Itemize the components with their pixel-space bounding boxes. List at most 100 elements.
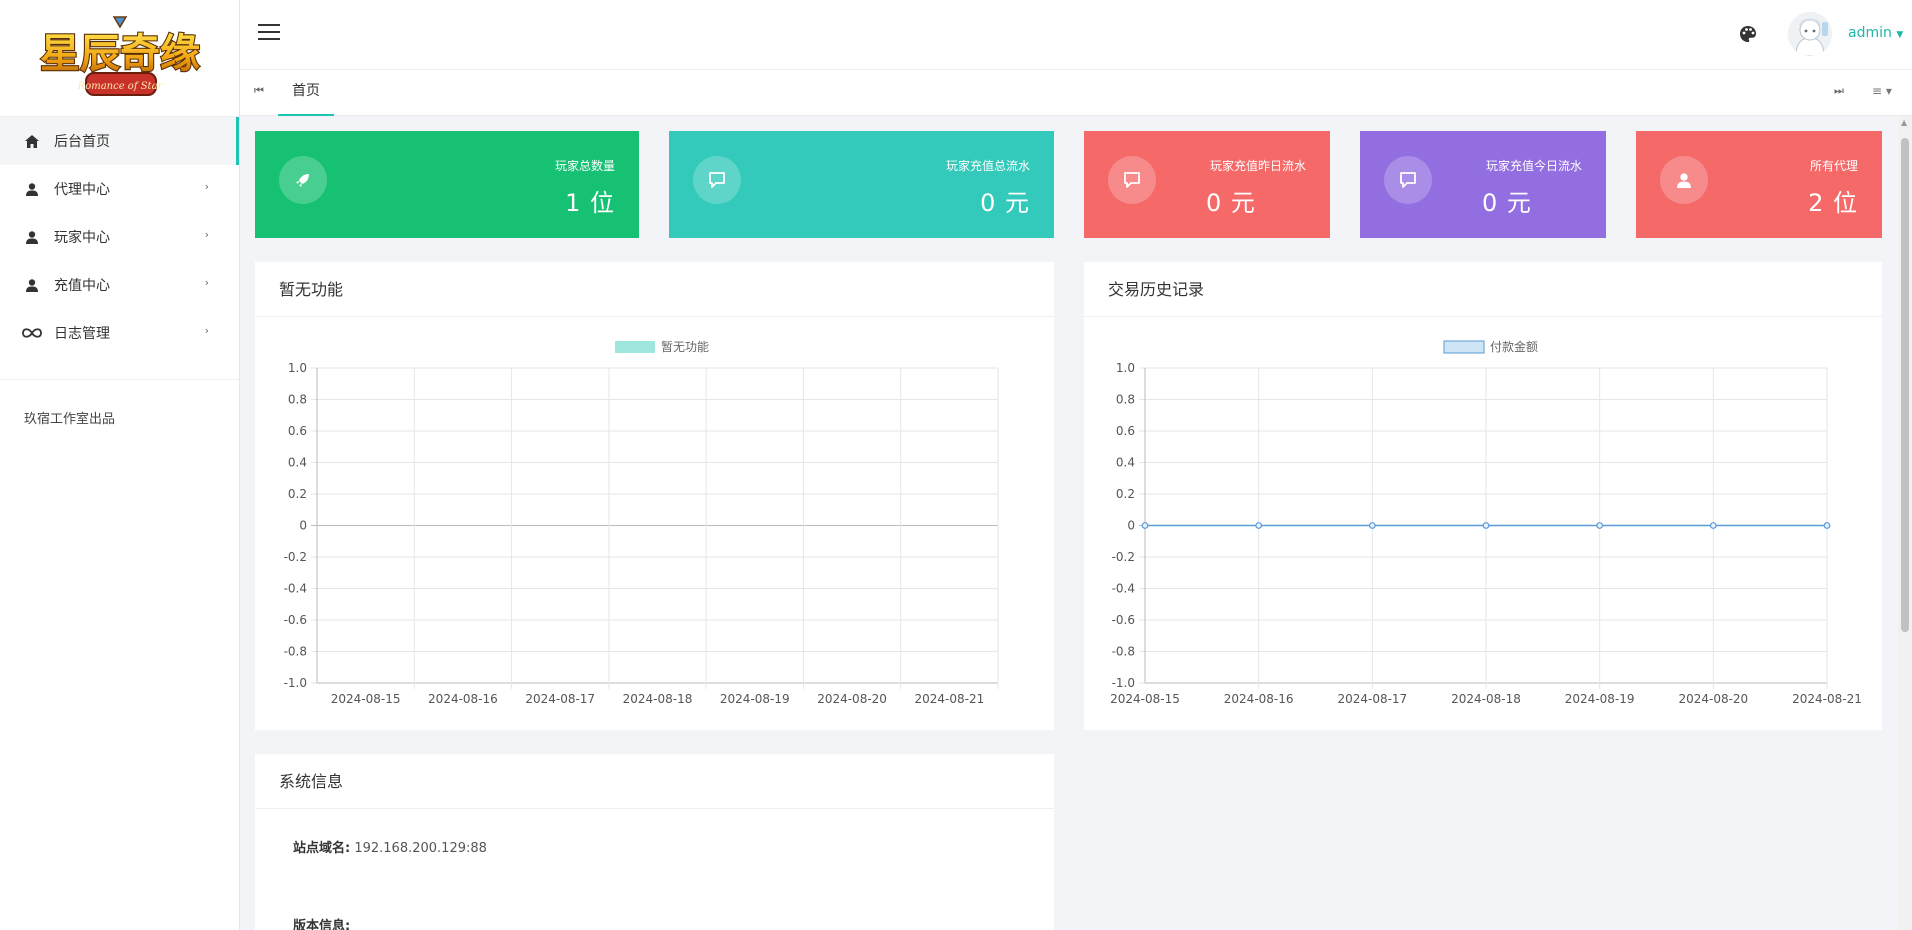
- sidebar-nav: 后台首页 代理中心 › 玩家中心 › 充值中心 › 日志管理 ›: [0, 116, 239, 357]
- comment-icon: [1384, 156, 1432, 204]
- home-icon: [22, 133, 42, 149]
- stat-card-total-recharge: 玩家充值总流水 0 元: [669, 131, 1054, 238]
- palette-icon[interactable]: [1738, 24, 1758, 44]
- stat-value: 2 位: [1808, 189, 1858, 217]
- chevron-right-icon: ›: [204, 180, 209, 193]
- tab-options-icon[interactable]: ≡ ▾: [1872, 84, 1892, 98]
- x-tick-label: 2024-08-18: [1451, 692, 1521, 706]
- y-tick-label: -0.8: [1112, 645, 1135, 659]
- y-tick-label: -0.4: [284, 582, 307, 596]
- infinity-icon: [22, 325, 42, 341]
- logo-subtext: Romance of Star: [76, 81, 163, 92]
- sidebar-item-agent[interactable]: 代理中心 ›: [0, 165, 239, 213]
- scrollbar-thumb[interactable]: [1901, 138, 1909, 632]
- stat-title: 玩家充值今日流水: [1485, 159, 1582, 173]
- x-tick-label: 2024-08-15: [1110, 692, 1180, 706]
- chart-legend: 暂无功能: [615, 340, 709, 354]
- sidebar-item-label: 后台首页: [54, 134, 110, 150]
- site-domain-value: 192.168.200.129:88: [354, 841, 487, 856]
- line-chart: 付款金额 1.0 0.8 0.6 0.4 0.2 0 -0.2 -0.4 -0.6 -0.8 -1.0…: [1110, 339, 1862, 706]
- scroll-up-icon[interactable]: ▲: [1901, 118, 1907, 127]
- y-tick-label: 0.8: [288, 393, 307, 407]
- user-icon: [22, 229, 42, 245]
- chart-legend: 付款金额: [1443, 339, 1538, 354]
- stat-title: 玩家充值总流水: [945, 159, 1030, 173]
- x-tick-label: 2024-08-17: [1337, 692, 1407, 706]
- stat-card-agents: 所有代理 2 位: [1636, 131, 1882, 238]
- y-tick-label: 1.0: [288, 361, 307, 375]
- stat-value: 0 元: [1482, 189, 1532, 217]
- top-bar: admin ▼: [240, 0, 1912, 70]
- y-tick-label: 0.8: [1116, 393, 1135, 407]
- avatar[interactable]: [1788, 12, 1832, 56]
- hamburger-menu-icon[interactable]: [258, 24, 280, 42]
- y-tick-label: -1.0: [284, 676, 307, 690]
- comment-icon: [1108, 156, 1156, 204]
- sidebar-item-logs[interactable]: 日志管理 ›: [0, 309, 239, 357]
- sidebar-item-label: 充值中心: [54, 278, 110, 294]
- legend-swatch: [615, 341, 655, 353]
- legend-label: 暂无功能: [661, 340, 709, 354]
- rocket-icon: [279, 156, 327, 204]
- credit-text: 玖宿工作室出品: [24, 412, 116, 427]
- user-name-label: admin: [1848, 25, 1892, 41]
- chevron-right-icon: ›: [204, 228, 209, 241]
- data-point: [1255, 522, 1263, 529]
- y-tick-label: 0.6: [288, 424, 307, 438]
- stat-card-today-recharge: 玩家充值今日流水 0 元: [1360, 131, 1606, 238]
- y-tick-label: -0.2: [284, 550, 307, 564]
- x-tick-label: 2024-08-21: [1792, 692, 1862, 706]
- sidebar: Romance of Star 星辰奇缘 后台首页 代理中心 › 玩家中心 ›: [0, 0, 240, 930]
- x-tick-label: 2024-08-19: [720, 692, 790, 706]
- sidebar-item-label: 玩家中心: [54, 230, 110, 246]
- x-tick-label: 2024-08-19: [1565, 692, 1635, 706]
- chart-panel-left: 暂无功能 暂无功能 1.0 0.8 0.6 0.4 0.2 0 -0.2 -0.4 -0.6 -0.…: [255, 262, 1054, 730]
- stat-card-yesterday-recharge: 玩家充值昨日流水 0 元: [1084, 131, 1330, 238]
- sidebar-item-player[interactable]: 玩家中心 ›: [0, 213, 239, 261]
- x-tick-label: 2024-08-18: [623, 692, 693, 706]
- user-icon: [22, 181, 42, 197]
- x-tick-label: 2024-08-16: [428, 692, 498, 706]
- brand-logo[interactable]: Romance of Star 星辰奇缘: [0, 0, 239, 116]
- x-tick-label: 2024-08-21: [914, 692, 984, 706]
- data-point: [1823, 522, 1831, 529]
- x-tick-label: 2024-08-16: [1224, 692, 1294, 706]
- x-tick-label: 2024-08-20: [817, 692, 887, 706]
- comment-icon: [693, 156, 741, 204]
- y-tick-label: -0.2: [1112, 550, 1135, 564]
- user-icon: [1660, 156, 1708, 204]
- legend-swatch: [1443, 340, 1485, 354]
- chevron-right-icon: ›: [204, 324, 209, 337]
- tab-scroll-left-icon[interactable]: ⏮: [254, 84, 264, 98]
- sidebar-item-label: 日志管理: [54, 326, 110, 342]
- site-domain-label: 站点域名:: [293, 841, 351, 856]
- tabs-bar: ⏮ 首页 ⏭ ≡ ▾: [240, 70, 1912, 116]
- data-point: [1141, 522, 1149, 529]
- sidebar-item-recharge[interactable]: 充值中心 ›: [0, 261, 239, 309]
- tab-scroll-right-icon[interactable]: ⏭: [1834, 84, 1844, 98]
- panel-title: 交易历史记录: [1084, 262, 1882, 317]
- x-tick-label: 2024-08-17: [525, 692, 595, 706]
- y-tick-label: 0.4: [288, 456, 307, 470]
- y-tick-label: 0.6: [1116, 424, 1135, 438]
- version-label: 版本信息:: [293, 919, 351, 930]
- scrollbar[interactable]: ▲: [1898, 116, 1912, 930]
- legend-label: 付款金额: [1490, 339, 1538, 354]
- tab-home[interactable]: 首页: [278, 70, 334, 116]
- sidebar-item-label: 代理中心: [54, 182, 110, 198]
- user-icon: [22, 277, 42, 293]
- stat-title: 所有代理: [1809, 159, 1858, 173]
- x-tick-label: 2024-08-15: [331, 692, 401, 706]
- chevron-right-icon: ›: [204, 276, 209, 289]
- caret-down-icon: ▼: [1896, 30, 1904, 40]
- y-tick-label: -0.6: [1112, 613, 1135, 627]
- stat-value: 1 位: [565, 189, 615, 217]
- user-menu[interactable]: admin ▼: [1848, 25, 1903, 41]
- sidebar-item-home[interactable]: 后台首页: [0, 117, 239, 165]
- y-tick-label: 0.2: [288, 487, 307, 501]
- data-point: [1482, 522, 1490, 529]
- bar-chart: 暂无功能 1.0 0.8 0.6 0.4 0.2 0 -0.2 -0.4 -0.6 -0.8 -1.0…: [284, 340, 999, 706]
- x-tick-label: 2024-08-20: [1678, 692, 1748, 706]
- site-domain-row: 站点域名: 192.168.200.129:88: [293, 837, 487, 856]
- panel-title: 暂无功能: [255, 262, 1054, 317]
